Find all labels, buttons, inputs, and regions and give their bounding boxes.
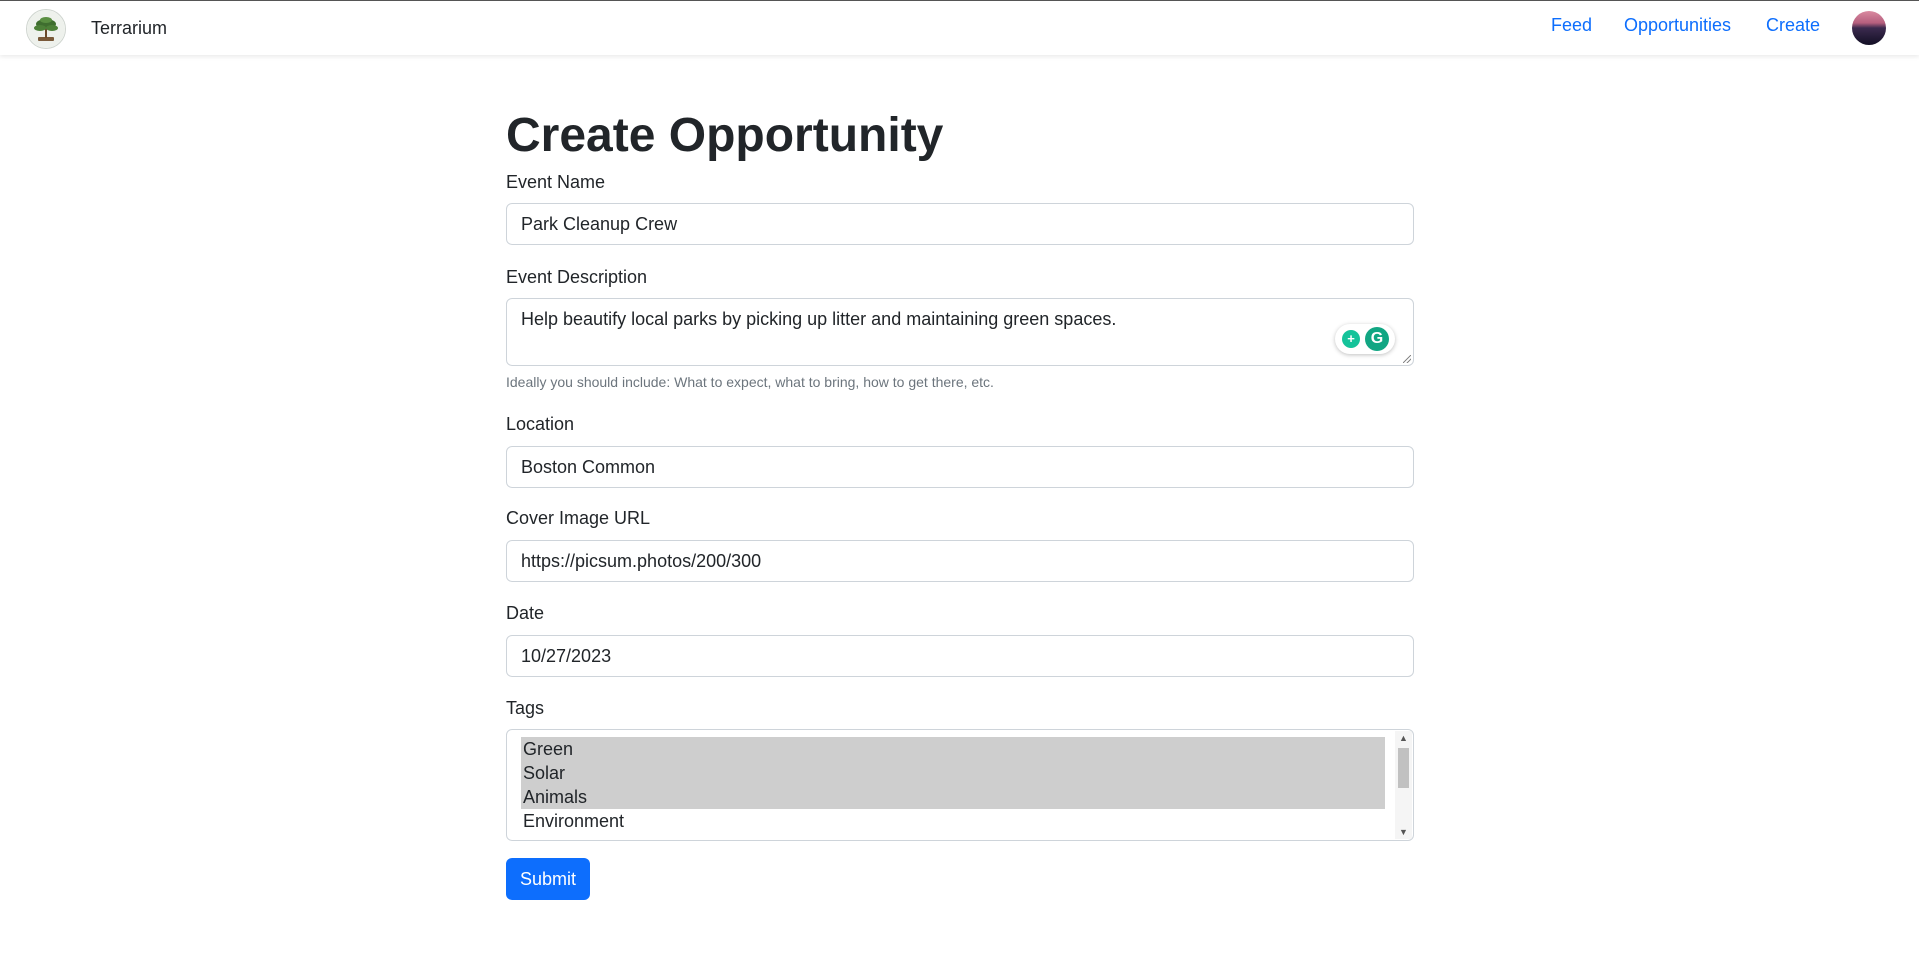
tags-label: Tags: [506, 698, 545, 718]
cover-image-input[interactable]: [506, 540, 1414, 582]
tag-option-environment[interactable]: Environment: [521, 809, 1385, 833]
tags-select[interactable]: Green Solar Animals Environment ▲ ▼: [506, 729, 1414, 841]
cover-image-label: Cover Image URL: [506, 508, 651, 528]
scrollbar-thumb[interactable]: [1398, 748, 1409, 788]
event-description-text: Help beautify local parks by picking up …: [521, 309, 1117, 329]
tags-scrollbar[interactable]: ▲ ▼: [1395, 731, 1412, 839]
scroll-up-icon[interactable]: ▲: [1395, 731, 1412, 745]
scroll-down-icon[interactable]: ▼: [1395, 825, 1412, 839]
brand-name[interactable]: Terrarium: [91, 18, 167, 39]
description-help-text: Ideally you should include: What to expe…: [506, 374, 994, 390]
location-input[interactable]: [506, 446, 1414, 488]
tag-option-green[interactable]: Green: [521, 737, 1385, 761]
terrarium-logo-icon[interactable]: [26, 9, 66, 49]
tag-option-animals[interactable]: Animals: [521, 785, 1385, 809]
page-title: Create Opportunity: [506, 109, 944, 162]
nav-link-feed[interactable]: Feed: [1551, 15, 1592, 36]
event-description-label: Event Description: [506, 267, 648, 287]
grammarly-icon[interactable]: G: [1365, 327, 1389, 351]
submit-button[interactable]: Submit: [506, 858, 590, 900]
date-input[interactable]: [506, 635, 1414, 677]
navbar: Terrarium Feed Opportunities Create: [0, 0, 1919, 55]
date-label: Date: [506, 603, 545, 623]
event-name-input[interactable]: [506, 203, 1414, 245]
avatar-icon[interactable]: [1852, 11, 1886, 45]
grammarly-suggestion-icon[interactable]: +: [1342, 330, 1360, 348]
nav-link-opportunities[interactable]: Opportunities: [1624, 15, 1731, 36]
tag-option-solar[interactable]: Solar: [521, 761, 1385, 785]
event-description-textarea[interactable]: Help beautify local parks by picking up …: [506, 298, 1414, 366]
event-name-label: Event Name: [506, 172, 606, 192]
grammarly-widget[interactable]: + G: [1335, 324, 1395, 354]
location-label: Location: [506, 414, 575, 434]
resize-grip-icon[interactable]: [1403, 355, 1411, 363]
nav-link-create[interactable]: Create: [1766, 15, 1820, 36]
